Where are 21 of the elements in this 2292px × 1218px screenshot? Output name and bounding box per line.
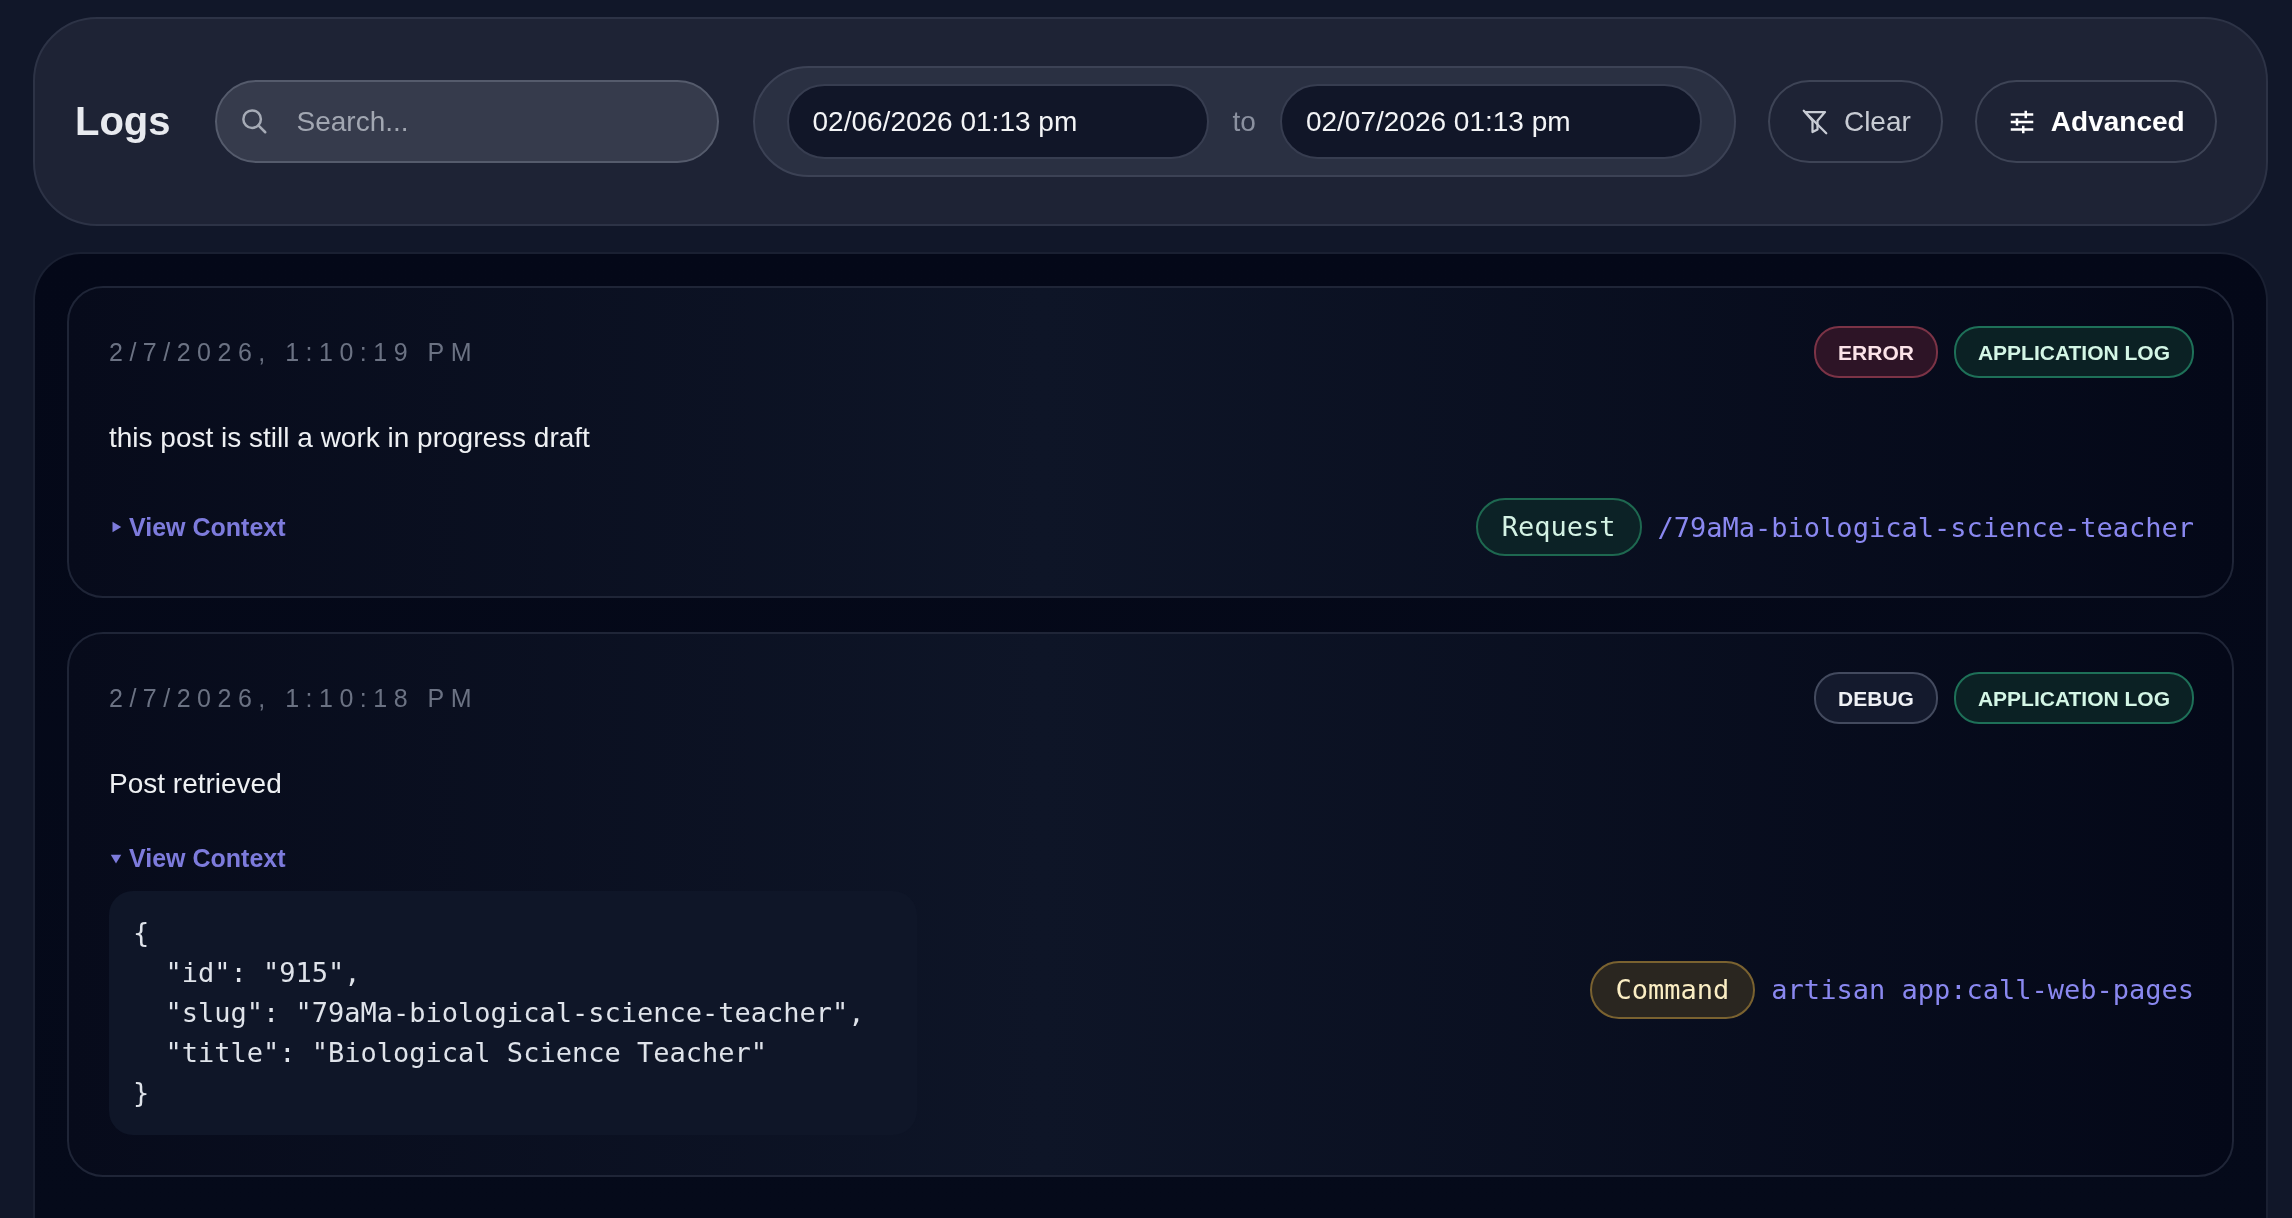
page-title: Logs — [75, 99, 171, 144]
log-tag: APPLICATION LOG — [1953, 672, 2194, 724]
search-field[interactable]: Search... — [214, 80, 719, 163]
advanced-button[interactable]: Advanced — [1974, 80, 2217, 163]
view-context-toggle[interactable]: View Context — [109, 512, 286, 542]
log-timestamp: 2/7/2026, 1:10:18 PM — [109, 683, 479, 713]
date-field[interactable]: 02/07/2026 01:13 pm — [1279, 84, 1702, 159]
log-tag: APPLICATION LOG — [1953, 326, 2194, 378]
date-field[interactable]: 02/06/2026 01:13 pm — [786, 84, 1209, 159]
log-message: this post is still a work in progress draft — [109, 422, 591, 454]
source-value: artisan app:call-web-pages — [1771, 974, 2194, 1005]
log-tag: DEBUG — [1814, 672, 1938, 724]
range-separator: to — [1232, 105, 1256, 138]
log-message: Post retrieved — [109, 768, 283, 800]
source-value: /79aMa-biological-science-teacher — [1657, 511, 2194, 543]
source-tag: Request — [1475, 498, 1642, 556]
log-timestamp: 2/7/2026, 1:10:19 PM — [109, 337, 479, 367]
view-context-toggle[interactable]: View Context — [109, 844, 286, 873]
log-tag: ERROR — [1814, 326, 1938, 378]
source-tag: Command — [1589, 960, 1756, 1019]
clear-button[interactable]: Clear — [1767, 80, 1943, 163]
